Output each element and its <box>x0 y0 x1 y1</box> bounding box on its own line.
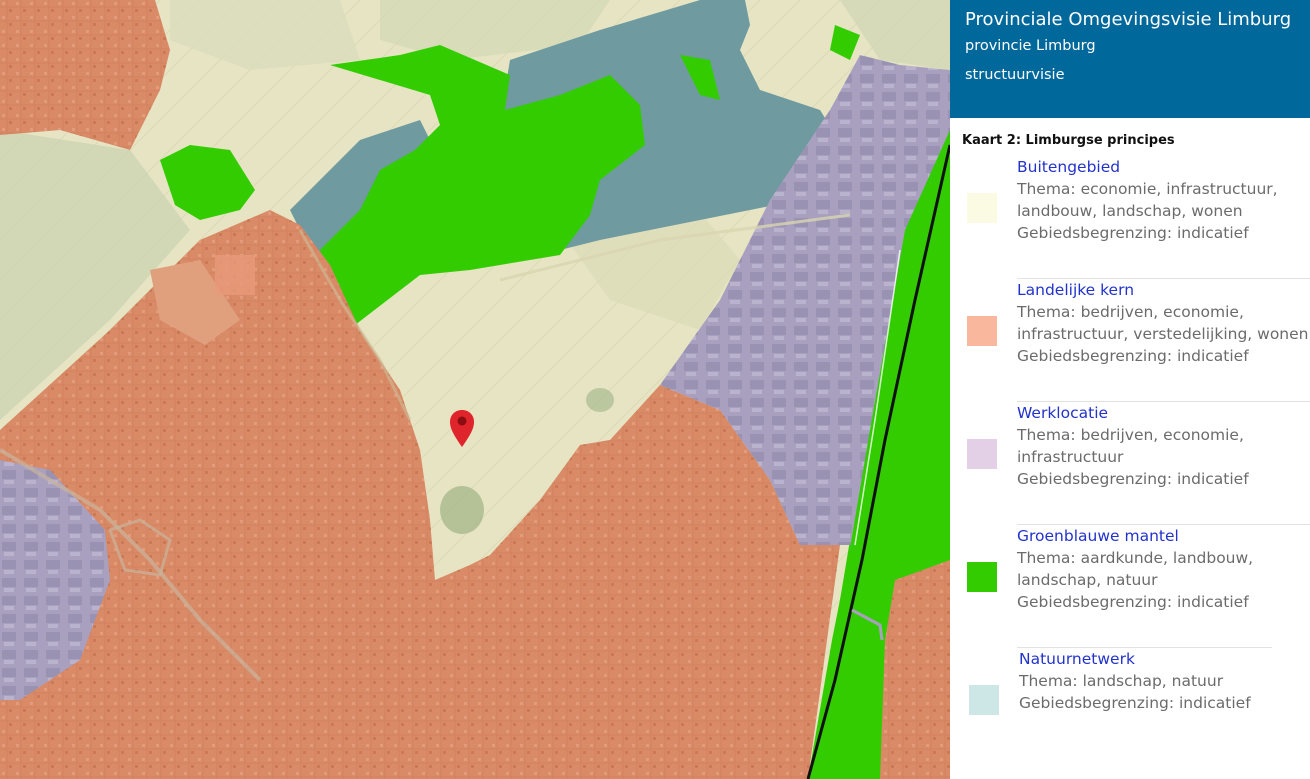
legend-item-groenblauwe-mantel: Groenblauwe mantel Thema: aardkunde, lan… <box>965 525 1310 648</box>
legend-theme: Thema: bedrijven, economie, infrastructu… <box>1017 426 1244 466</box>
legend-item-natuurnetwerk: Natuurnetwerk Thema: landschap, natuur G… <box>965 648 1310 771</box>
map-view[interactable] <box>0 0 950 779</box>
legend-boundary: Gebiedsbegrenzing: indicatief <box>1017 593 1249 611</box>
legend-item-buitengebied: Buitengebied Thema: economie, infrastruc… <box>965 156 1310 279</box>
legend-panel: Provinciale Omgevingsvisie Limburg provi… <box>950 0 1310 779</box>
swatch-landelijke-kern <box>967 316 997 346</box>
panel-plan-type: structuurvisie <box>965 67 1065 83</box>
legend-name[interactable]: Landelijke kern <box>1017 279 1310 301</box>
legend-theme: Thema: landschap, natuur <box>1019 672 1224 690</box>
legend-boundary: Gebiedsbegrenzing: indicatief <box>1017 347 1249 365</box>
legend-name[interactable]: Natuurnetwerk <box>1019 648 1310 670</box>
swatch-werklocatie <box>967 439 997 469</box>
panel-header: Provinciale Omgevingsvisie Limburg provi… <box>950 0 1310 118</box>
app-root: Provinciale Omgevingsvisie Limburg provi… <box>0 0 1310 779</box>
panel-subtitle: provincie Limburg <box>965 38 1096 54</box>
legend-theme: Thema: aardkunde, landbouw, landschap, n… <box>1017 549 1254 589</box>
swatch-natuurnetwerk <box>969 685 999 715</box>
legend-name[interactable]: Werklocatie <box>1017 402 1310 424</box>
legend-item-landelijke-kern: Landelijke kern Thema: bedrijven, econom… <box>965 279 1310 402</box>
swatch-buitengebied <box>967 193 997 223</box>
legend-name[interactable]: Groenblauwe mantel <box>1017 525 1310 547</box>
swatch-groenblauwe-mantel <box>967 562 997 592</box>
legend-boundary: Gebiedsbegrenzing: indicatief <box>1017 470 1249 488</box>
legend-theme: Thema: bedrijven, economie, infrastructu… <box>1017 303 1309 343</box>
map-canvas[interactable] <box>0 0 950 779</box>
panel-title: Provinciale Omgevingsvisie Limburg <box>965 9 1292 30</box>
legend-boundary: Gebiedsbegrenzing: indicatief <box>1017 224 1249 242</box>
legend-name[interactable]: Buitengebied <box>1017 156 1310 178</box>
map-title: Kaart 2: Limburgse principes <box>962 133 1175 148</box>
legend-item-werklocatie: Werklocatie Thema: bedrijven, economie, … <box>965 402 1310 525</box>
legend-list: Buitengebied Thema: economie, infrastruc… <box>950 156 1310 771</box>
legend-boundary: Gebiedsbegrenzing: indicatief <box>1019 694 1251 712</box>
legend-theme: Thema: economie, infrastructuur, landbou… <box>1017 180 1278 220</box>
